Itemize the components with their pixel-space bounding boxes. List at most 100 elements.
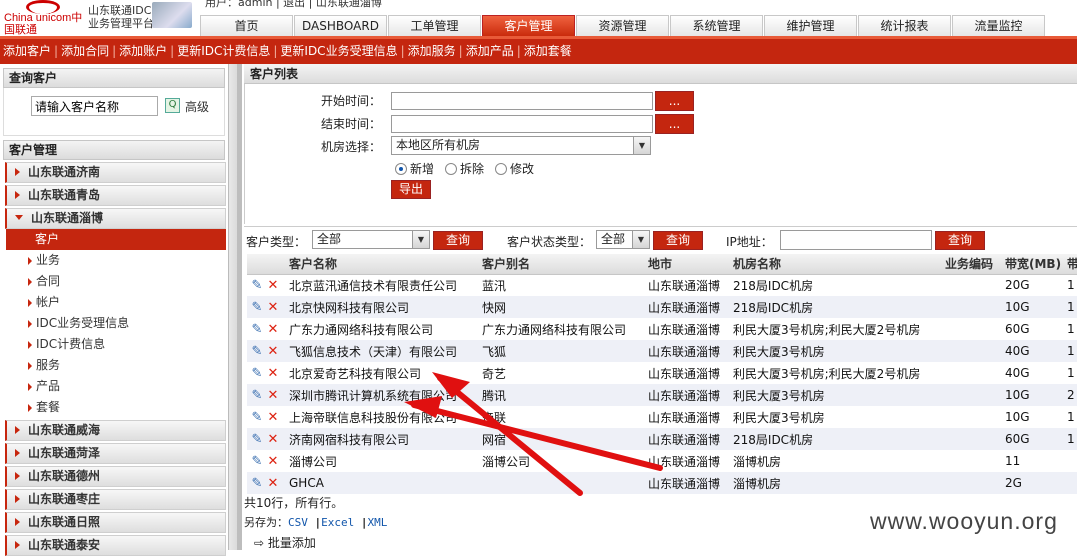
table-row: ✎ ✕ 北京爱奇艺科技有限公司 奇艺 山东联通淄博 利民大厦3号机房;利民大厦2号机房 40… <box>247 362 1077 384</box>
subnav-link-6[interactable]: 添加产品 <box>466 44 514 58</box>
row-actions: ✎ ✕ <box>247 428 287 450</box>
customer-type-query-button[interactable]: 查询 <box>433 231 483 250</box>
sidebar-group[interactable]: 山东联通青岛 <box>5 185 226 206</box>
delete-icon[interactable]: ✕ <box>265 278 281 293</box>
nav-tab-3[interactable]: 客户管理 <box>482 15 575 36</box>
edit-icon[interactable]: ✎ <box>249 278 265 293</box>
export-xml-link[interactable]: XML <box>368 516 388 529</box>
ip-query-button[interactable]: 查询 <box>935 231 985 250</box>
export-csv-link[interactable]: CSV <box>288 516 308 529</box>
table-cell <box>943 428 1003 450</box>
search-icon[interactable]: Q <box>165 98 180 113</box>
row-actions: ✎ ✕ <box>247 472 287 494</box>
table-row: ✎ ✕ 淄博公司 淄博公司 山东联通淄博 淄博机房 11 <box>247 450 1077 472</box>
edit-icon[interactable]: ✎ <box>249 366 265 381</box>
delete-icon[interactable]: ✕ <box>265 344 281 359</box>
action-radio-2[interactable]: 修改 <box>495 160 534 177</box>
table-cell: 广东力通网络科技有限公司 <box>482 322 627 337</box>
nav-tab-6[interactable]: 维护管理 <box>764 15 857 36</box>
delete-icon[interactable]: ✕ <box>265 454 281 469</box>
edit-icon[interactable]: ✎ <box>249 410 265 425</box>
nav-tab-7[interactable]: 统计报表 <box>858 15 951 36</box>
end-time-picker-button[interactable]: ... <box>655 114 694 134</box>
sidebar-group[interactable]: 山东联通枣庄 <box>5 489 226 510</box>
edit-icon[interactable]: ✎ <box>249 476 265 491</box>
delete-icon[interactable]: ✕ <box>265 388 281 403</box>
chevron-right-icon <box>28 362 32 370</box>
delete-icon[interactable]: ✕ <box>265 300 281 315</box>
sidebar-group[interactable]: 山东联通日照 <box>5 512 226 533</box>
table-cell: 北京蓝汛通信技术有限责任公司 <box>289 278 458 293</box>
sidebar-item-1[interactable]: 业务 <box>6 250 226 271</box>
sidebar-item-3[interactable]: 帐户 <box>6 292 226 313</box>
sidebar-item-label: 合同 <box>36 274 61 288</box>
sidebar-group[interactable]: 山东联通淄博 <box>5 208 226 229</box>
subnav-link-1[interactable]: 添加合同 <box>61 44 109 58</box>
sidebar-item-4[interactable]: IDC业务受理信息 <box>6 313 226 334</box>
row-actions: ✎ ✕ <box>247 274 287 296</box>
subnav-link-5[interactable]: 添加服务 <box>408 44 456 58</box>
batch-add-link[interactable]: ⇨ 批量添加 <box>254 534 316 551</box>
sidebar-item-2[interactable]: 合同 <box>6 271 226 292</box>
edit-icon[interactable]: ✎ <box>249 454 265 469</box>
edit-icon[interactable]: ✎ <box>249 432 265 447</box>
chevron-right-icon <box>28 383 32 391</box>
radio-button[interactable] <box>395 163 407 175</box>
main-nav: 首页 DASHBOARD 工单管理 客户管理 资源管理 系统管理 维护管理 统计报表 流量监控 <box>200 15 1045 36</box>
subnav-link-4[interactable]: 更新IDC业务受理信息 <box>280 44 397 58</box>
customer-type-select[interactable]: 全部 ▼ <box>312 230 430 249</box>
edit-icon[interactable]: ✎ <box>249 344 265 359</box>
delete-icon[interactable]: ✕ <box>265 432 281 447</box>
edit-icon[interactable]: ✎ <box>249 388 265 403</box>
delete-icon[interactable]: ✕ <box>265 476 281 491</box>
edit-icon[interactable]: ✎ <box>249 322 265 337</box>
nav-tab-4[interactable]: 资源管理 <box>576 15 669 36</box>
delete-icon[interactable]: ✕ <box>265 322 281 337</box>
table-cell: 2G <box>1003 472 1065 494</box>
end-time-input[interactable] <box>391 115 653 133</box>
nav-tab-2[interactable]: 工单管理 <box>388 15 481 36</box>
edit-icon[interactable]: ✎ <box>249 300 265 315</box>
sidebar-group[interactable]: 山东联通威海 <box>5 420 226 441</box>
subnav-link-2[interactable]: 添加账户 <box>119 44 167 58</box>
ip-address-input[interactable] <box>780 230 932 250</box>
subnav-link-0[interactable]: 添加客户 <box>3 44 51 58</box>
table-cell: 帝联 <box>482 410 507 425</box>
table-cell: 淄博机房 <box>733 454 782 469</box>
start-time-input[interactable] <box>391 92 653 110</box>
sidebar-group-label: 山东联通日照 <box>28 515 101 529</box>
export-excel-link[interactable]: Excel <box>321 516 354 529</box>
sidebar-item-7[interactable]: 产品 <box>6 376 226 397</box>
sidebar-group[interactable]: 山东联通泰安 <box>5 535 226 556</box>
subnav-link-7[interactable]: 添加套餐 <box>524 44 572 58</box>
sidebar-item-0[interactable]: 客户 <box>6 229 226 250</box>
customer-search-input[interactable] <box>31 96 158 116</box>
sidebar-group[interactable]: 山东联通济南 <box>5 162 226 183</box>
room-select[interactable]: 本地区所有机房 ▼ <box>391 136 651 155</box>
delete-icon[interactable]: ✕ <box>265 410 281 425</box>
chevron-right-icon <box>28 299 32 307</box>
advanced-search-link[interactable]: 高级 <box>185 98 209 115</box>
radio-button[interactable] <box>445 163 457 175</box>
nav-tab-1[interactable]: DASHBOARD <box>294 15 387 36</box>
customer-status-query-button[interactable]: 查询 <box>653 231 703 250</box>
sidebar-group[interactable]: 山东联通德州 <box>5 466 226 487</box>
delete-icon[interactable]: ✕ <box>265 366 281 381</box>
action-radio-1[interactable]: 拆除 <box>445 160 484 177</box>
splitter[interactable] <box>228 64 242 550</box>
export-button[interactable]: 导出 <box>391 180 431 199</box>
nav-tab-5[interactable]: 系统管理 <box>670 15 763 36</box>
action-radio-0[interactable]: 新增 <box>395 160 434 177</box>
start-time-picker-button[interactable]: ... <box>655 91 694 111</box>
sidebar-item-8[interactable]: 套餐 <box>6 397 226 418</box>
customer-status-select[interactable]: 全部 ▼ <box>596 230 650 249</box>
sidebar-group[interactable]: 山东联通菏泽 <box>5 443 226 464</box>
nav-tab-0[interactable]: 首页 <box>200 15 293 36</box>
sidebar-item-6[interactable]: 服务 <box>6 355 226 376</box>
nav-tab-8[interactable]: 流量监控 <box>952 15 1045 36</box>
subnav-link-3[interactable]: 更新IDC计费信息 <box>177 44 270 58</box>
sidebar-item-5[interactable]: IDC计费信息 <box>6 334 226 355</box>
table-header-cell: 带 <box>1065 254 1077 275</box>
sidebar-group-label: 山东联通济南 <box>28 165 101 179</box>
radio-button[interactable] <box>495 163 507 175</box>
